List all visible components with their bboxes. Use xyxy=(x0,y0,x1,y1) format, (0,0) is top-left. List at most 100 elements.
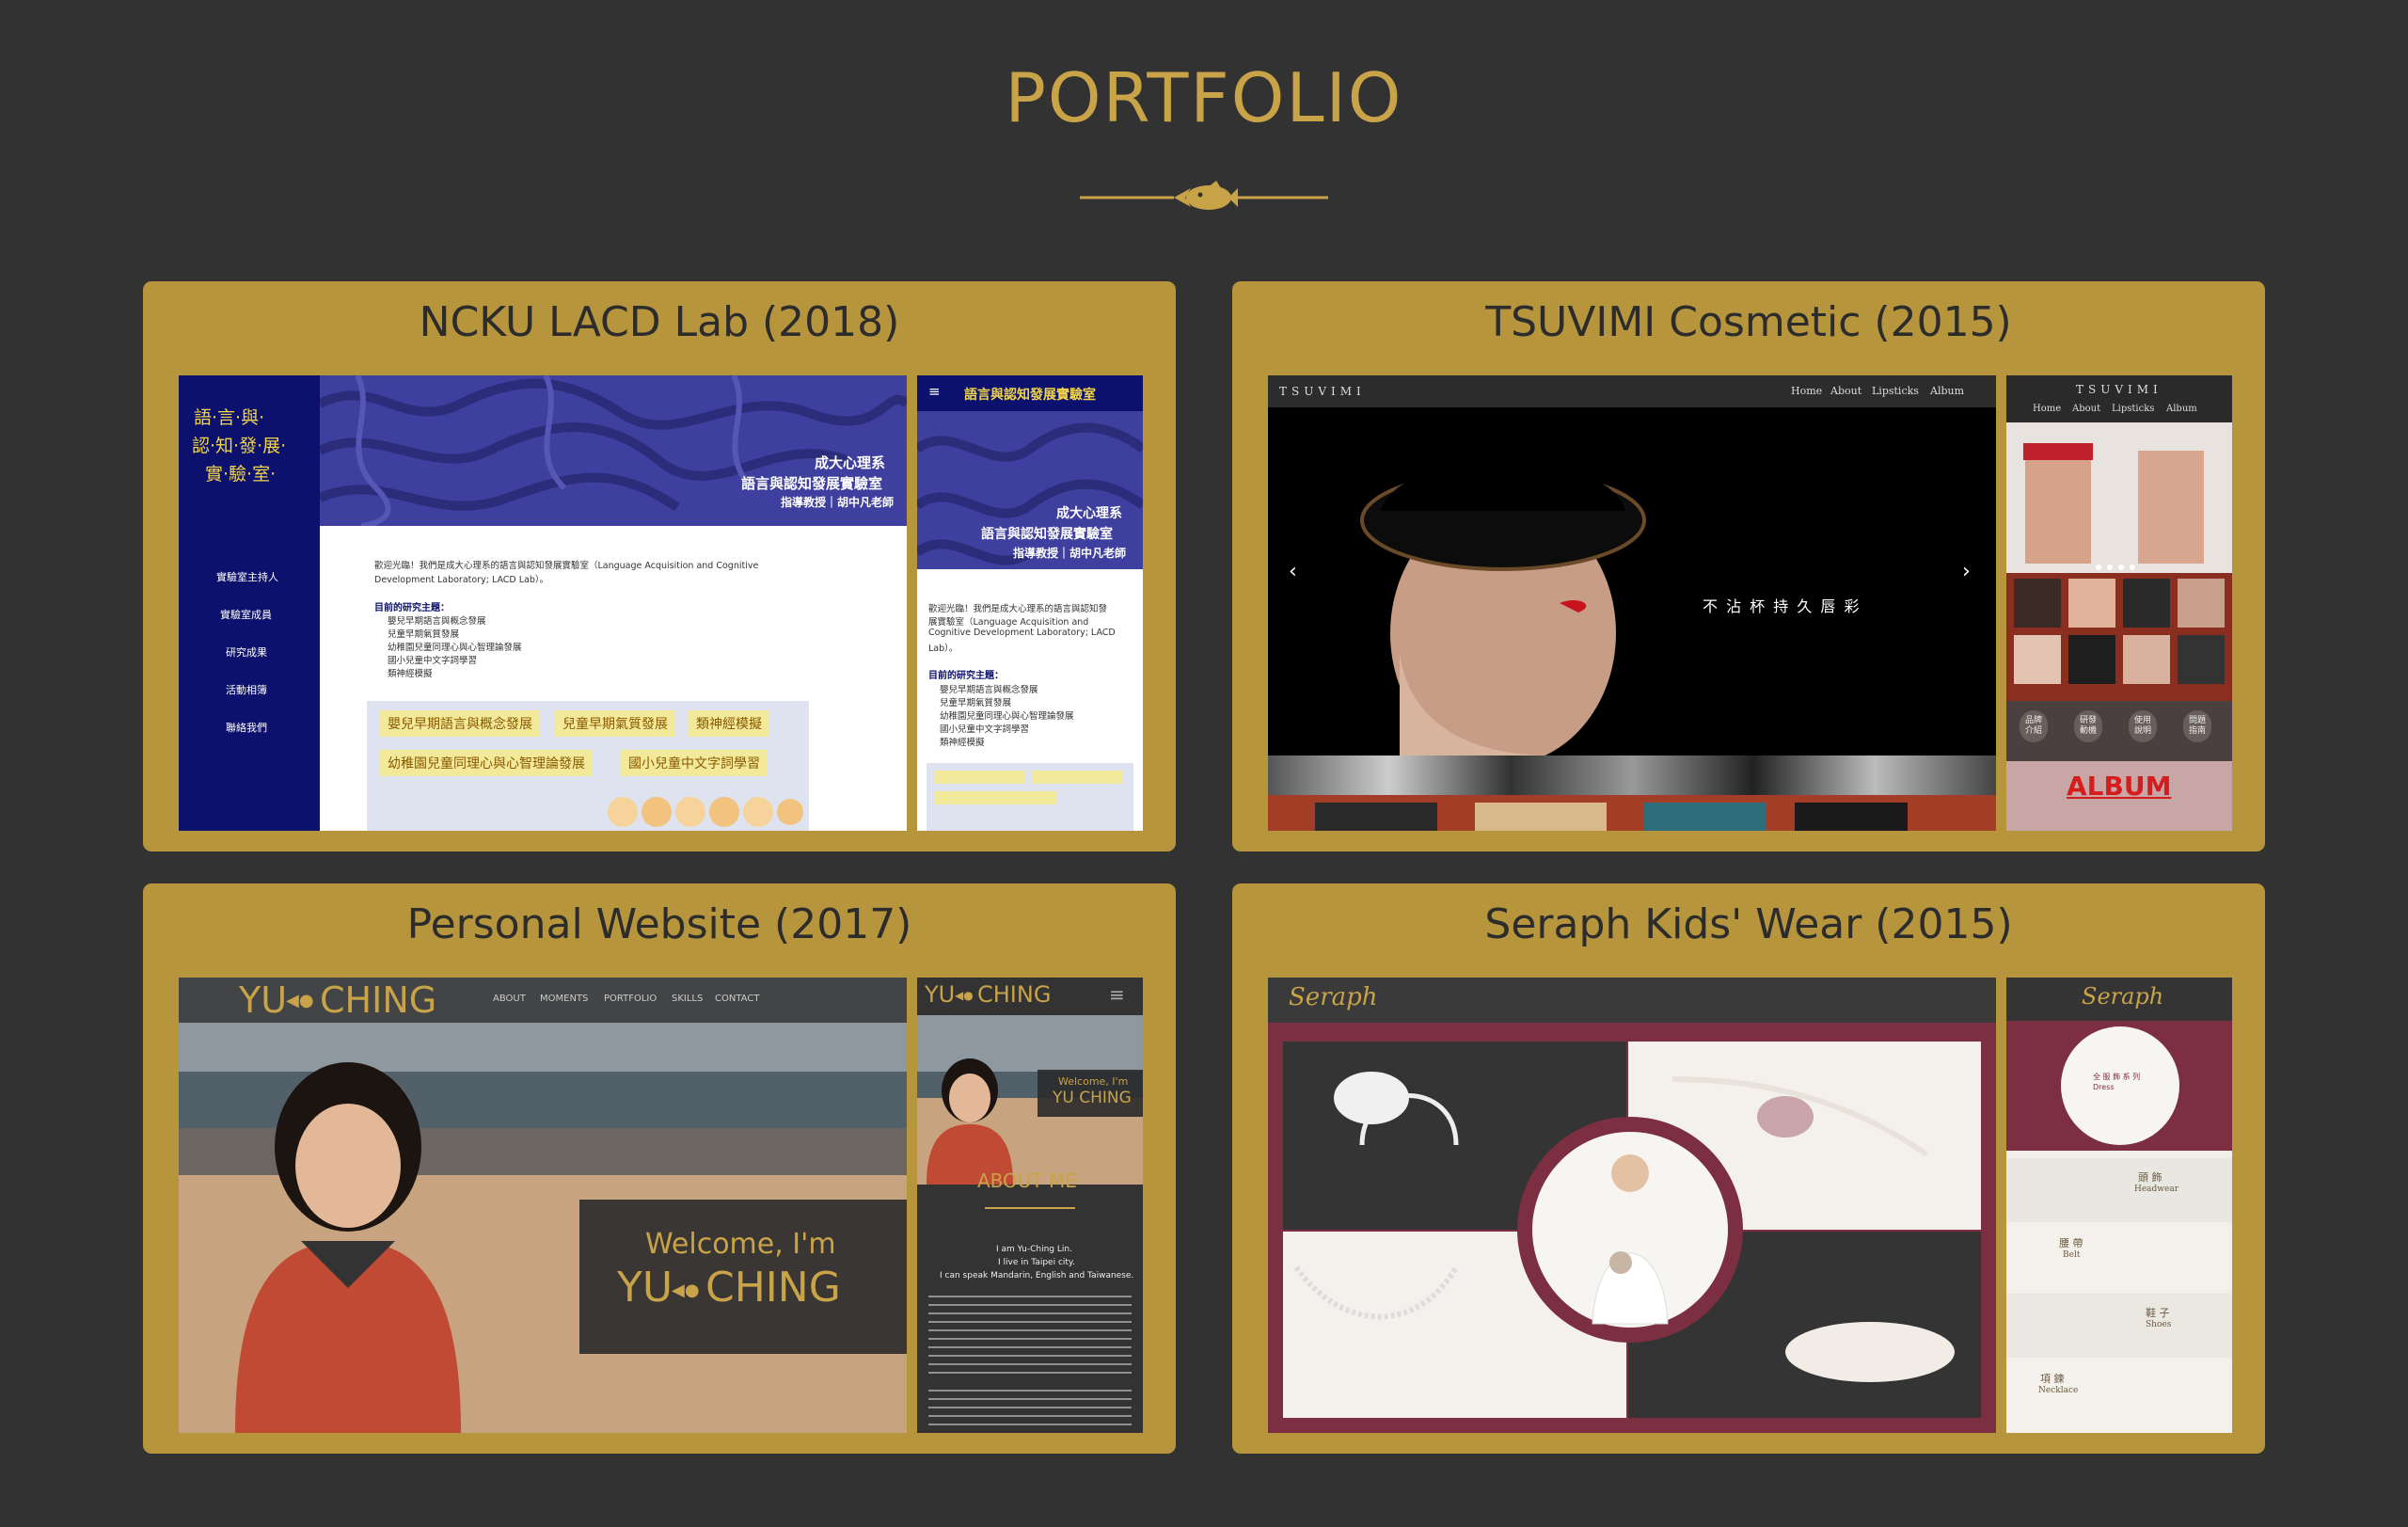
mobile-header-title: 語言與認知發展實驗室 xyxy=(964,388,1096,403)
topics-label: 目前的研究主題： xyxy=(374,603,450,613)
topic-tag: 類神經模擬 xyxy=(689,710,769,737)
nav-item: 實驗室成員 xyxy=(220,609,272,621)
category-headwear[interactable]: 頭 飾 Headwear xyxy=(2006,1158,2232,1222)
nav-item[interactable]: ABOUT xyxy=(493,994,526,1004)
usage-button[interactable]: 使用 說明 xyxy=(2129,710,2158,742)
nav-item[interactable]: CONTACT xyxy=(715,994,759,1004)
logo-line: 實·驗·室· xyxy=(205,464,277,485)
category-zh: 頭 飾 xyxy=(2138,1171,2162,1184)
portfolio-card-tsuvimi[interactable]: TSUVIMI Cosmetic (2015) TSUVIMI Home Abo… xyxy=(1232,281,2265,851)
topic-item: 兒童早期氣質發展 xyxy=(388,629,460,640)
navbar: TSUVIMI Home About Lipsticks Album xyxy=(1268,375,1996,407)
category-belt[interactable]: 腰 帶 Belt xyxy=(2006,1226,2232,1290)
site-logo[interactable]: YU xyxy=(925,981,955,1008)
intro-text: Lab）。 xyxy=(928,644,958,654)
mobile-screenshot: Seraph 全 服 飾 系 列 Dress 頭 飾 Headwear 腰 帶 … xyxy=(2006,978,2232,1433)
bio-paragraph xyxy=(928,1296,1132,1380)
divider-line xyxy=(985,1207,1075,1209)
portfolio-card-personal[interactable]: Personal Website (2017) YU ◀● CHING ABOU… xyxy=(143,883,1176,1454)
mobile-screenshot: TSUVIMI Home About Lipsticks Album 品牌 介紹… xyxy=(2006,375,2232,831)
topic-item: 兒童早期氣質發展 xyxy=(940,698,1012,708)
category-en: Shoes xyxy=(2146,1320,2172,1329)
menu-icon: ≡ xyxy=(928,383,941,400)
carousel-next-icon[interactable]: › xyxy=(1962,560,1971,583)
motivation-button[interactable]: 研發 動機 xyxy=(2074,710,2103,742)
intro-text: 歡迎光臨！我們是成大心理系的語言與認知發 xyxy=(928,604,1108,614)
card-title: TSUVIMI Cosmetic (2015) xyxy=(1485,298,2012,346)
site-logo[interactable]: YU xyxy=(239,979,287,1021)
topics-label: 目前的研究主題： xyxy=(928,671,1004,681)
nav-item[interactable]: MOMENTS xyxy=(540,994,588,1004)
topic-tag: 國小兒童中文字詞學習 xyxy=(621,750,768,776)
logo-line: 認·知·發·展· xyxy=(192,436,287,456)
welcome-box: Welcome, I'm YU ◀● CHING xyxy=(579,1200,907,1354)
mobile-screenshot: ≡ 語言與認知發展實驗室 成大心理系 語言與認知發展實驗室 指導教授｜胡中凡老師… xyxy=(917,375,1143,831)
logo-line: 語·言·與· xyxy=(194,407,265,428)
portfolio-card-lacd[interactable]: NCKU LACD Lab (2018) 語·言·與· 認·知·發·展· 實·驗… xyxy=(143,281,1176,851)
topic-graphic: 嬰兒早期語言與概念發展 兒童早期氣質發展 類神經模擬 幼稚園兒童同理心與心智理論… xyxy=(367,701,809,831)
topic-item: 嬰兒早期語言與概念發展 xyxy=(388,616,486,627)
topic-tag: 兒童早期氣質發展 xyxy=(555,710,675,737)
mobile-hero: 全 服 飾 系 列 Dress xyxy=(2006,1021,2232,1151)
topic-item: 類神經模擬 xyxy=(940,738,985,748)
card-title: Seraph Kids' Wear (2015) xyxy=(1484,900,2013,948)
hero-text: 語言與認知發展實驗室 xyxy=(981,527,1113,542)
thumbnail-strip xyxy=(1268,756,1996,795)
category-zh: 腰 帶 xyxy=(2059,1237,2083,1249)
bio-paragraph xyxy=(928,1390,1132,1431)
topic-item: 類神經模擬 xyxy=(388,669,433,679)
brand-logo[interactable]: Seraph xyxy=(2082,983,2163,1010)
product-collage xyxy=(1268,1023,1996,1433)
topic-tag: 幼稚園兒童同理心與心智理論發展 xyxy=(380,750,593,776)
portfolio-card-seraph[interactable]: Seraph Kids' Wear (2015) Seraph Seraph 全… xyxy=(1232,883,2265,1454)
intro-text: Development Laboratory; LACD Lab）。 xyxy=(374,575,549,585)
mobile-header: Seraph xyxy=(2006,978,2232,1021)
sidebar: 語·言·與· 認·知·發·展· 實·驗·室· 實驗室主持人 實驗室成員 研究成果… xyxy=(179,375,320,831)
nav-item[interactable]: SKILLS xyxy=(672,994,703,1004)
brand-intro-button[interactable]: 品牌 介紹 xyxy=(2020,710,2049,742)
nav-item[interactable]: PORTFOLIO xyxy=(604,994,657,1004)
hero-text: 語言與認知發展實驗室 xyxy=(741,475,883,492)
nav-item: Home xyxy=(1791,385,1823,397)
fish-icon: ◀● xyxy=(286,991,314,1010)
nav-item: Lipsticks xyxy=(1872,385,1919,397)
hero-text: 指導教授｜胡中凡老師 xyxy=(1013,547,1127,560)
about-heading: ABOUT ME xyxy=(977,1169,1077,1192)
nav-item: 活動相簿 xyxy=(226,684,267,696)
site-logo[interactable]: CHING xyxy=(977,981,1051,1008)
intro-text: 展實驗室（Language Acquisition and xyxy=(928,617,1089,628)
menu-icon[interactable]: ≡ xyxy=(1109,983,1125,1006)
bio-text: I am Yu-Ching Lin. xyxy=(996,1245,1072,1254)
category-zh: 項 鍊 xyxy=(2040,1373,2065,1385)
hero-text: 成大心理系 xyxy=(1056,506,1122,521)
site-logo[interactable]: CHING xyxy=(320,979,436,1021)
desktop-screenshot: TSUVIMI Home About Lipsticks Album ‹ › 不… xyxy=(1268,375,1996,831)
brand-logo: TSUVIMI xyxy=(1279,385,1366,398)
faq-button[interactable]: 問題 指南 xyxy=(2183,710,2212,742)
category-en: Headwear xyxy=(2134,1185,2178,1194)
nav-item: About xyxy=(1830,385,1862,397)
mobile-screenshot: YU ◀● CHING ≡ Welcome, I'm YU CHING ABOU… xyxy=(917,978,1143,1433)
nav-item: 聯絡我們 xyxy=(226,722,267,734)
album-link[interactable]: ALBUM xyxy=(2067,771,2171,802)
category-en: Necklace xyxy=(2038,1386,2079,1395)
category-shoes[interactable]: 鞋 子 Shoes xyxy=(2006,1294,2232,1358)
carousel-prev-icon[interactable]: ‹ xyxy=(1289,560,1297,583)
desktop-screenshot: Seraph xyxy=(1268,978,1996,1433)
kids-illustration xyxy=(608,797,803,827)
topic-tag: 嬰兒早期語言與概念發展 xyxy=(380,710,540,737)
page-title: PORTFOLIO xyxy=(1005,58,1403,137)
category-en: Belt xyxy=(2063,1250,2081,1260)
topic-item: 嬰兒早期語言與概念發展 xyxy=(940,685,1038,695)
topic-item: 國小兒童中文字詞學習 xyxy=(940,724,1030,735)
medallion-text: 全 服 飾 系 列 Dress xyxy=(2093,1073,2141,1091)
nav-item: About xyxy=(2072,404,2101,414)
category-necklace[interactable]: 項 鍊 Necklace xyxy=(2006,1361,2232,1433)
brand-logo[interactable]: Seraph xyxy=(1289,983,1378,1011)
lipstick-strip xyxy=(1268,795,1996,831)
intro-text: 歡迎光臨！我們是成大心理系的語言與認知發展實驗室（Language Acquis… xyxy=(374,561,759,571)
welcome-name: CHING xyxy=(705,1264,841,1312)
card-title: Personal Website (2017) xyxy=(406,900,912,948)
hero-text: 指導教授｜胡中凡老師 xyxy=(781,496,895,509)
desktop-screenshot: 語·言·與· 認·知·發·展· 實·驗·室· 實驗室主持人 實驗室成員 研究成果… xyxy=(179,375,907,831)
